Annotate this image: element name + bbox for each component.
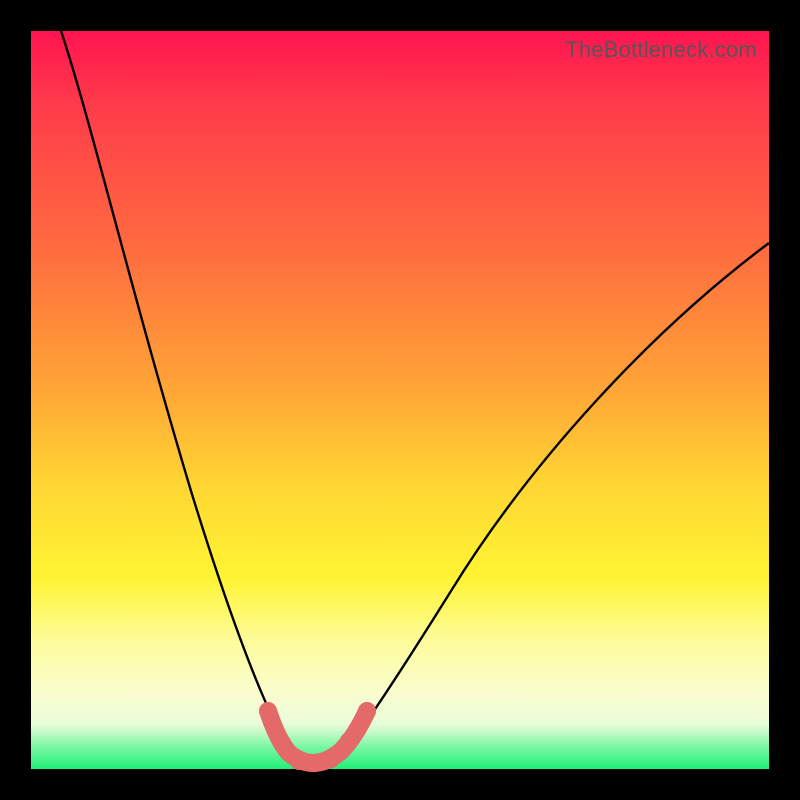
plot-area: TheBottleneck.com [31,31,769,769]
trough-dot [340,732,358,750]
bottleneck-curve [61,31,769,763]
trough-dot [273,734,291,752]
chart-frame: TheBottleneck.com [0,0,800,800]
trough-dot [358,702,376,720]
trough-dot [290,752,308,770]
trough-dot [259,702,277,720]
curve-layer [31,31,769,769]
trough-dot [322,750,340,768]
trough-dot [306,754,324,772]
